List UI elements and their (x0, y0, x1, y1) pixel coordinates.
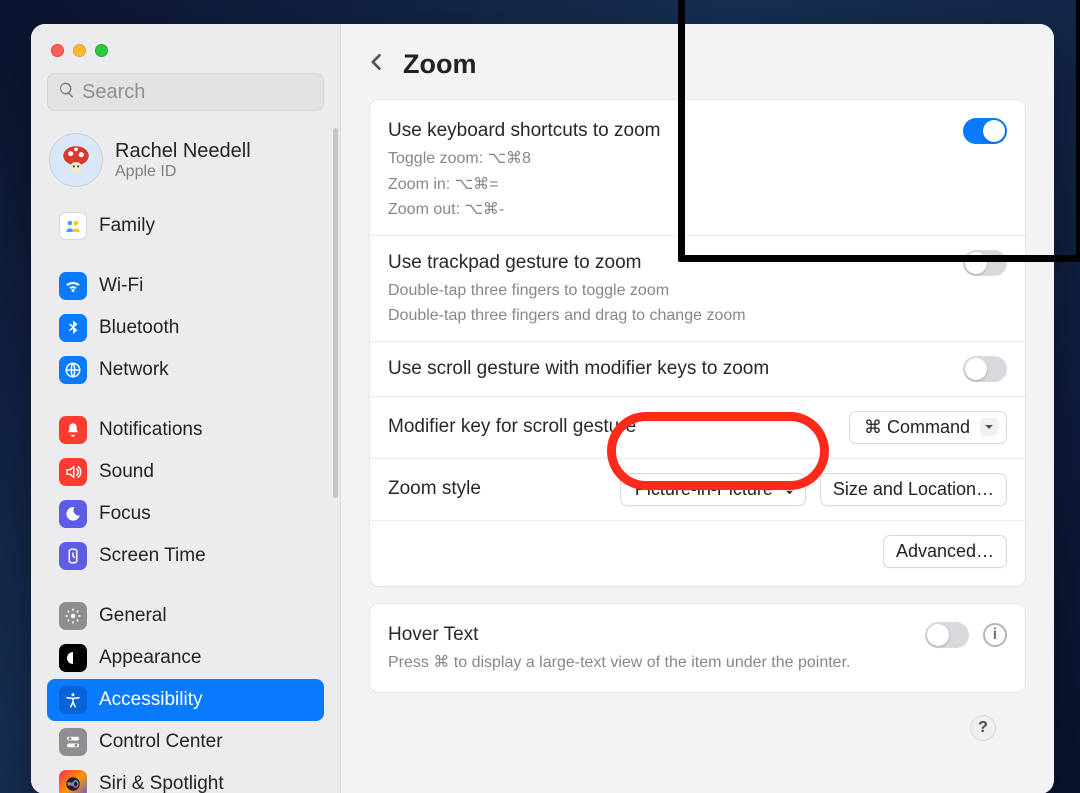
toggle-keyboard-shortcuts[interactable] (963, 118, 1007, 144)
sidebar-item-label: Appearance (99, 647, 201, 669)
window-controls (31, 34, 340, 73)
sidebar: Rachel Needell Apple ID Family Wi-Fi (31, 24, 341, 793)
row-sub: Press ⌘ to display a large-text view of … (388, 652, 1007, 674)
row-label: Use keyboard shortcuts to zoom (388, 120, 660, 142)
scrollbar-thumb[interactable] (333, 128, 338, 498)
close-window[interactable] (51, 44, 64, 57)
select-modifier-key[interactable]: ⌘ Command (849, 411, 1007, 444)
avatar-mushroom-icon (59, 143, 93, 177)
row-sub: Zoom in: ⌥⌘= (388, 174, 1007, 196)
account-sub: Apple ID (115, 163, 251, 181)
sidebar-item-screentime[interactable]: Screen Time (47, 535, 324, 577)
content-pane: Zoom Use keyboard shortcuts to zoom Togg… (341, 24, 1054, 793)
back-button[interactable] (367, 48, 387, 81)
page-title: Zoom (403, 49, 477, 80)
row-label: Hover Text (388, 624, 478, 646)
family-icon (59, 212, 87, 240)
advanced-button[interactable]: Advanced… (883, 535, 1007, 568)
row-label: Zoom style (388, 478, 481, 500)
info-icon[interactable]: i (983, 623, 1007, 647)
row-label: Modifier key for scroll gesture (388, 416, 636, 438)
zoom-panel: Use keyboard shortcuts to zoom Toggle zo… (369, 99, 1026, 587)
sidebar-item-siri[interactable]: Siri & Spotlight (47, 763, 324, 793)
select-value: ⌘ Command (864, 417, 970, 438)
notifications-icon (59, 416, 87, 444)
sidebar-item-wifi[interactable]: Wi-Fi (47, 265, 324, 307)
sidebar-item-label: Notifications (99, 419, 203, 441)
accessibility-icon (59, 686, 87, 714)
select-value: Picture-in-Picture (635, 479, 773, 500)
row-hover-text: Hover Text i Press ⌘ to display a large-… (370, 608, 1025, 688)
chevron-down-icon (980, 418, 998, 436)
toggle-hover-text[interactable] (925, 622, 969, 648)
sidebar-item-label: Bluetooth (99, 317, 179, 339)
general-icon (59, 602, 87, 630)
sidebar-item-label: General (99, 605, 167, 627)
help-button[interactable]: ? (970, 715, 996, 741)
sidebar-item-general[interactable]: General (47, 595, 324, 637)
hover-panel: Hover Text i Press ⌘ to display a large-… (369, 603, 1026, 693)
sidebar-item-label: Network (99, 359, 169, 381)
sidebar-item-appearance[interactable]: Appearance (47, 637, 324, 679)
row-advanced: Advanced… (370, 521, 1025, 582)
row-scroll-gesture: Use scroll gesture with modifier keys to… (370, 342, 1025, 397)
account-row[interactable]: Rachel Needell Apple ID (31, 125, 340, 201)
chevron-left-icon (367, 48, 387, 76)
row-sub: Double-tap three fingers and drag to cha… (388, 305, 1007, 327)
row-trackpad-gesture: Use trackpad gesture to zoom Double-tap … (370, 236, 1025, 342)
sidebar-item-accessibility[interactable]: Accessibility (47, 679, 324, 721)
bluetooth-icon (59, 314, 87, 342)
screentime-icon (59, 542, 87, 570)
sidebar-item-label: Sound (99, 461, 154, 483)
sidebar-item-family[interactable]: Family (47, 205, 324, 247)
search-input[interactable] (82, 81, 313, 104)
row-sub: Toggle zoom: ⌥⌘8 (388, 148, 1007, 170)
select-zoom-style[interactable]: Picture-in-Picture (620, 473, 806, 506)
siri-icon (59, 770, 87, 793)
row-modifier-key: Modifier key for scroll gesture ⌘ Comman… (370, 397, 1025, 459)
sidebar-item-controlcenter[interactable]: Control Center (47, 721, 324, 763)
sidebar-item-bluetooth[interactable]: Bluetooth (47, 307, 324, 349)
row-label: Use trackpad gesture to zoom (388, 252, 641, 274)
search-field[interactable] (47, 73, 324, 111)
toggle-trackpad-gesture[interactable] (963, 250, 1007, 276)
sidebar-item-label: Accessibility (99, 689, 202, 711)
sidebar-item-label: Screen Time (99, 545, 206, 567)
row-zoom-style: Zoom style Picture-in-Picture Size and L… (370, 459, 1025, 521)
row-label: Use scroll gesture with modifier keys to… (388, 358, 769, 380)
titlebar: Zoom (341, 24, 1054, 99)
row-keyboard-shortcuts: Use keyboard shortcuts to zoom Toggle zo… (370, 104, 1025, 236)
sidebar-item-network[interactable]: Network (47, 349, 324, 391)
sidebar-item-label: Family (99, 215, 155, 237)
row-sub: Zoom out: ⌥⌘- (388, 199, 1007, 221)
wifi-icon (59, 272, 87, 300)
sidebar-item-label: Siri & Spotlight (99, 773, 224, 793)
sidebar-item-sound[interactable]: Sound (47, 451, 324, 493)
fullscreen-window[interactable] (95, 44, 108, 57)
search-icon (58, 81, 82, 104)
focus-icon (59, 500, 87, 528)
sidebar-item-notifications[interactable]: Notifications (47, 409, 324, 451)
row-sub: Double-tap three fingers to toggle zoom (388, 280, 1007, 302)
settings-window: Rachel Needell Apple ID Family Wi-Fi (31, 24, 1054, 793)
avatar (49, 133, 103, 187)
account-name: Rachel Needell (115, 140, 251, 163)
toggle-scroll-gesture[interactable] (963, 356, 1007, 382)
sidebar-item-label: Focus (99, 503, 151, 525)
updown-caret-icon (783, 482, 797, 496)
sidebar-item-label: Control Center (99, 731, 223, 753)
controlcenter-icon (59, 728, 87, 756)
sound-icon (59, 458, 87, 486)
sidebar-scroll: Rachel Needell Apple ID Family Wi-Fi (31, 125, 340, 793)
network-icon (59, 356, 87, 384)
size-and-location-button[interactable]: Size and Location… (820, 473, 1007, 506)
sidebar-item-label: Wi-Fi (99, 275, 143, 297)
appearance-icon (59, 644, 87, 672)
minimize-window[interactable] (73, 44, 86, 57)
sidebar-item-focus[interactable]: Focus (47, 493, 324, 535)
